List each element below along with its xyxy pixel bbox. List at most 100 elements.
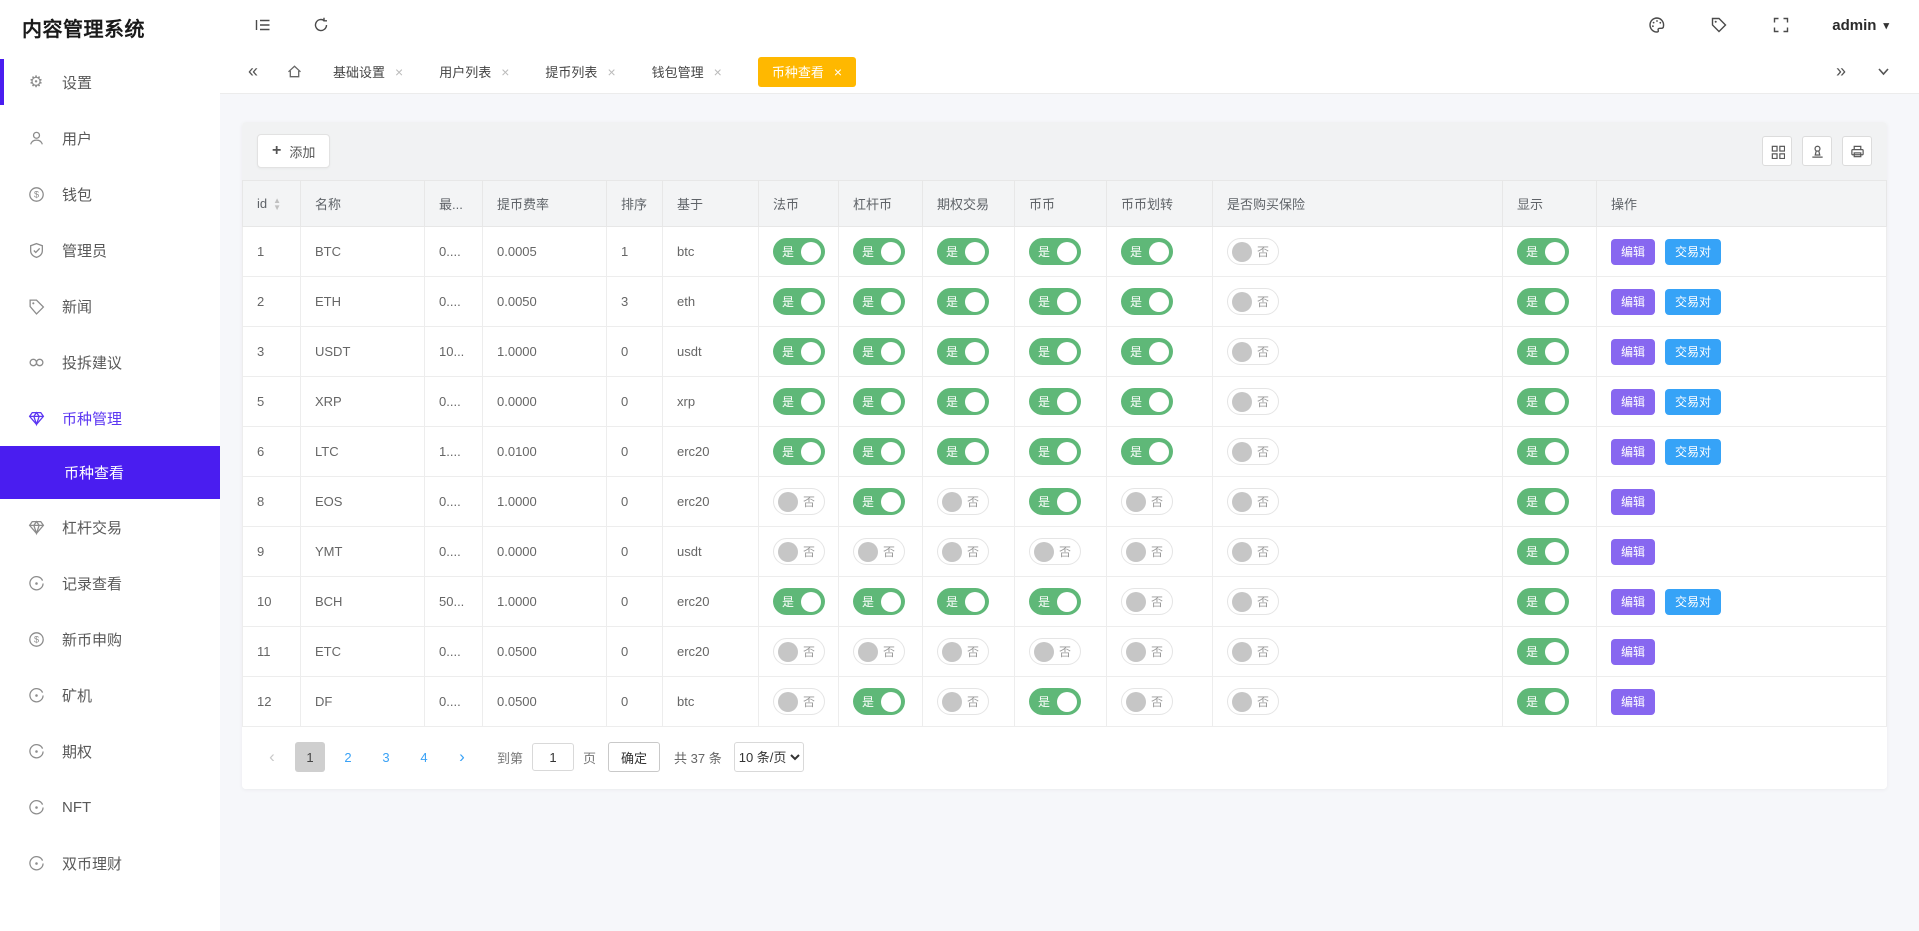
option-toggle[interactable]: 否: [937, 638, 989, 665]
edit-button[interactable]: 编辑: [1611, 239, 1655, 265]
sidebar-item-users[interactable]: 用户: [0, 110, 220, 166]
fiat-toggle[interactable]: 是: [773, 288, 825, 315]
trading-pair-button[interactable]: 交易对: [1665, 289, 1721, 315]
option-toggle[interactable]: 是: [937, 288, 989, 315]
fiat-toggle[interactable]: 否: [773, 688, 825, 715]
sidebar-item-new-coin[interactable]: $ 新币申购: [0, 611, 220, 667]
insurance-toggle[interactable]: 否: [1227, 338, 1279, 365]
edit-button[interactable]: 编辑: [1611, 539, 1655, 565]
edit-button[interactable]: 编辑: [1611, 639, 1655, 665]
lever-toggle[interactable]: 是: [853, 388, 905, 415]
insurance-toggle[interactable]: 否: [1227, 538, 1279, 565]
refresh-icon[interactable]: [312, 16, 330, 34]
coin-toggle[interactable]: 是: [1029, 288, 1081, 315]
transfer-toggle[interactable]: 否: [1121, 588, 1173, 615]
fiat-toggle[interactable]: 是: [773, 338, 825, 365]
tabs-menu-icon[interactable]: [1876, 64, 1891, 79]
sidebar-item-wallet[interactable]: $ 钱包: [0, 166, 220, 222]
goto-page-input[interactable]: [532, 743, 574, 771]
edit-button[interactable]: 编辑: [1611, 689, 1655, 715]
show-toggle[interactable]: 是: [1517, 438, 1569, 465]
transfer-toggle[interactable]: 否: [1121, 538, 1173, 565]
next-page-icon[interactable]: ›: [447, 742, 477, 772]
option-toggle[interactable]: 是: [937, 388, 989, 415]
show-toggle[interactable]: 是: [1517, 388, 1569, 415]
show-toggle[interactable]: 是: [1517, 488, 1569, 515]
trading-pair-button[interactable]: 交易对: [1665, 589, 1721, 615]
fiat-toggle[interactable]: 是: [773, 438, 825, 465]
lever-toggle[interactable]: 是: [853, 588, 905, 615]
sidebar-item-feedback[interactable]: 投拆建议: [0, 334, 220, 390]
option-toggle[interactable]: 否: [937, 488, 989, 515]
insurance-toggle[interactable]: 否: [1227, 238, 1279, 265]
show-toggle[interactable]: 是: [1517, 238, 1569, 265]
trading-pair-button[interactable]: 交易对: [1665, 339, 1721, 365]
tab-user-list[interactable]: 用户列表 ×: [439, 57, 509, 87]
fiat-toggle[interactable]: 否: [773, 488, 825, 515]
close-icon[interactable]: ×: [607, 64, 615, 80]
export-seal-icon[interactable]: [1802, 136, 1832, 166]
insurance-toggle[interactable]: 否: [1227, 288, 1279, 315]
edit-button[interactable]: 编辑: [1611, 439, 1655, 465]
option-toggle[interactable]: 是: [937, 338, 989, 365]
insurance-toggle[interactable]: 否: [1227, 438, 1279, 465]
print-icon[interactable]: [1842, 136, 1872, 166]
close-icon[interactable]: ×: [834, 64, 842, 80]
sidebar-item-options[interactable]: 期权: [0, 723, 220, 779]
trading-pair-button[interactable]: 交易对: [1665, 439, 1721, 465]
sidebar-item-dual-finance[interactable]: 双币理财: [0, 835, 220, 891]
page-button-1[interactable]: 1: [295, 742, 325, 772]
option-toggle[interactable]: 是: [937, 238, 989, 265]
option-toggle[interactable]: 否: [937, 688, 989, 715]
option-toggle[interactable]: 是: [937, 438, 989, 465]
page-size-select[interactable]: 10 条/页: [734, 742, 804, 772]
transfer-toggle[interactable]: 否: [1121, 488, 1173, 515]
show-toggle[interactable]: 是: [1517, 588, 1569, 615]
insurance-toggle[interactable]: 否: [1227, 588, 1279, 615]
sidebar-item-settings[interactable]: ⚙ 设置: [0, 54, 220, 110]
fiat-toggle[interactable]: 否: [773, 538, 825, 565]
transfer-toggle[interactable]: 是: [1121, 388, 1173, 415]
option-toggle[interactable]: 否: [937, 538, 989, 565]
tab-wallet-manage[interactable]: 钱包管理 ×: [652, 57, 722, 87]
sidebar-item-miner[interactable]: 矿机: [0, 667, 220, 723]
columns-grid-icon[interactable]: [1762, 136, 1792, 166]
fiat-toggle[interactable]: 是: [773, 588, 825, 615]
close-icon[interactable]: ×: [714, 64, 722, 80]
edit-button[interactable]: 编辑: [1611, 589, 1655, 615]
home-icon[interactable]: [286, 63, 303, 80]
insurance-toggle[interactable]: 否: [1227, 638, 1279, 665]
coin-toggle[interactable]: 是: [1029, 588, 1081, 615]
trading-pair-button[interactable]: 交易对: [1665, 389, 1721, 415]
trading-pair-button[interactable]: 交易对: [1665, 239, 1721, 265]
user-menu[interactable]: admin ▾: [1832, 17, 1889, 34]
show-toggle[interactable]: 是: [1517, 638, 1569, 665]
theme-palette-icon[interactable]: [1648, 16, 1666, 34]
insurance-toggle[interactable]: 否: [1227, 388, 1279, 415]
tab-coin-view[interactable]: 币种查看 ×: [758, 57, 856, 87]
sidebar-item-news[interactable]: 新闻: [0, 278, 220, 334]
coin-toggle[interactable]: 是: [1029, 388, 1081, 415]
insurance-toggle[interactable]: 否: [1227, 488, 1279, 515]
transfer-toggle[interactable]: 是: [1121, 288, 1173, 315]
fiat-toggle[interactable]: 否: [773, 638, 825, 665]
sidebar-item-coin-view[interactable]: 币种查看: [0, 446, 220, 499]
coin-toggle[interactable]: 是: [1029, 438, 1081, 465]
transfer-toggle[interactable]: 否: [1121, 638, 1173, 665]
page-button-2[interactable]: 2: [333, 742, 363, 772]
coin-toggle[interactable]: 是: [1029, 338, 1081, 365]
close-icon[interactable]: ×: [395, 64, 403, 80]
lever-toggle[interactable]: 是: [853, 488, 905, 515]
fiat-toggle[interactable]: 是: [773, 238, 825, 265]
coin-toggle[interactable]: 否: [1029, 538, 1081, 565]
lever-toggle[interactable]: 否: [853, 538, 905, 565]
sidebar-item-lever-trade[interactable]: 杠杆交易: [0, 499, 220, 555]
fiat-toggle[interactable]: 是: [773, 388, 825, 415]
lever-toggle[interactable]: 是: [853, 338, 905, 365]
lever-toggle[interactable]: 是: [853, 688, 905, 715]
lever-toggle[interactable]: 是: [853, 288, 905, 315]
collapse-menu-icon[interactable]: [254, 16, 272, 34]
sidebar-item-records[interactable]: 记录查看: [0, 555, 220, 611]
transfer-toggle[interactable]: 是: [1121, 238, 1173, 265]
fullscreen-icon[interactable]: [1772, 16, 1790, 34]
